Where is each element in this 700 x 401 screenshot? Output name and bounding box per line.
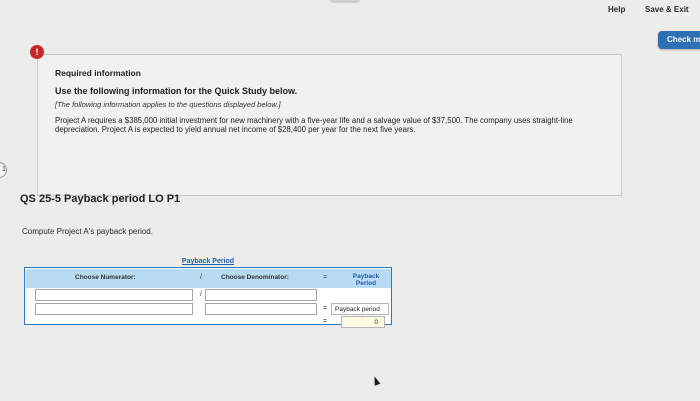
question-title: QS 25-5 Payback period LO P1 (20, 193, 181, 205)
calculator-table: Choose Numerator: / Choose Denominator: … (24, 267, 392, 328)
equals-symbol: = (323, 305, 328, 312)
payback-period-result: 0 (341, 316, 385, 328)
denominator-input-2[interactable] (205, 303, 317, 315)
numerator-input-1[interactable] (35, 289, 193, 301)
required-information-box: Required information Use the following i… (37, 54, 622, 196)
payback-period-calculator: Payback Period Choose Numerator: / Choos… (24, 258, 392, 328)
info-title: Required information (55, 68, 141, 78)
check-my-work-button[interactable]: Check m (658, 31, 700, 49)
result-label: Payback Period (352, 273, 380, 287)
numerator-input-2[interactable] (35, 303, 193, 315)
info-body: Project A requires a $385,000 initial in… (55, 116, 573, 134)
denominator-label: Choose Denominator: (221, 274, 289, 281)
save-exit-link[interactable]: Save & Exit (645, 5, 689, 14)
top-bar: Help Save & Exit (0, 0, 700, 24)
equals-symbol: = (323, 274, 328, 281)
denominator-input-1[interactable] (205, 289, 317, 301)
mouse-cursor-icon (371, 375, 381, 386)
numerator-label: Choose Numerator: (75, 274, 136, 281)
question-prompt: Compute Project A's payback period. (22, 227, 153, 236)
divide-symbol: / (200, 291, 202, 298)
equals-symbol: = (323, 318, 328, 325)
divide-symbol: / (200, 274, 202, 281)
info-subtitle: Use the following information for the Qu… (55, 86, 298, 96)
top-handle (330, 0, 360, 3)
info-note: [The following information applies to th… (55, 100, 281, 109)
question-number-marker[interactable]: 1 (0, 162, 7, 178)
alert-icon: ! (30, 45, 44, 59)
help-link[interactable]: Help (608, 5, 625, 14)
payback-period-label-cell: Payback period (331, 303, 389, 315)
